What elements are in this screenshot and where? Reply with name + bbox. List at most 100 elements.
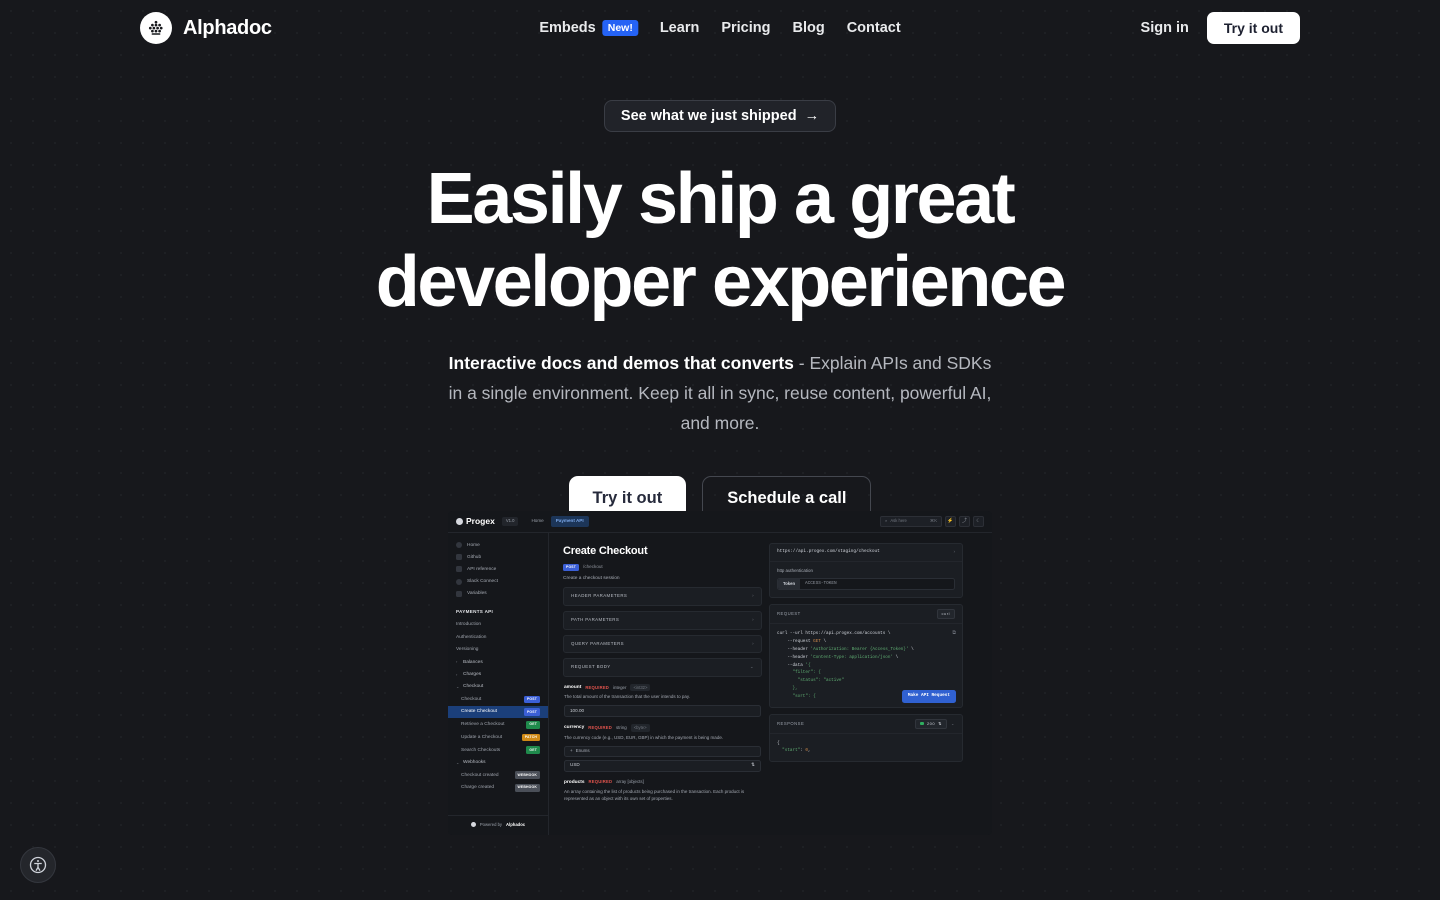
sidebar-endpoint-checkout-created-label: Checkout created	[461, 772, 499, 778]
sidebar-item-introduction[interactable]: Introduction	[448, 619, 548, 631]
code-line: {	[777, 740, 780, 746]
endpoint-url: https://api.progex.com/staging/checkout	[777, 549, 880, 555]
preview-search-input[interactable]: ⌕ Ask here ⌘K	[880, 516, 942, 527]
preview-nav-home[interactable]: Home	[531, 518, 543, 525]
sidebar-group-balances[interactable]: › Balances	[448, 656, 548, 668]
announcement-pill[interactable]: See what we just shipped →	[603, 100, 837, 132]
response-header: RESPONSE 200 ⇅ ⌄	[770, 715, 962, 734]
auth-token-input[interactable]: Token ACCESS-TOKEN	[777, 578, 955, 591]
sign-in-link[interactable]: Sign in	[1141, 20, 1189, 36]
accordion-header-parameters[interactable]: HEADER PARAMETERS ›	[563, 587, 762, 606]
brand-logo[interactable]: Alphadoc	[140, 12, 272, 44]
version-chip[interactable]: V1.0	[501, 516, 519, 527]
sidebar-item-github-label: Github	[467, 554, 482, 560]
search-placeholder: Ask here	[890, 518, 907, 524]
code-line: --header 'Content-Type: application/json…	[777, 654, 899, 660]
code-line: "start": 0,	[782, 748, 811, 754]
code-line: "status": "active"	[797, 678, 845, 684]
accordion-request-body[interactable]: REQUEST BODY ⌄	[563, 658, 762, 678]
accordion-path-parameters[interactable]: PATH PARAMETERS ›	[563, 610, 762, 630]
preview-tab-payment-api[interactable]: Payment API	[550, 516, 589, 527]
sidebar-item-slack-connect[interactable]: Slack Connect	[448, 576, 548, 588]
code-line: --data '{	[777, 662, 811, 668]
status-code: 200	[926, 720, 936, 726]
sidebar-endpoint-checkout-created[interactable]: Checkout created WEBHOOK	[448, 769, 548, 782]
product-preview: Progex V1.0 Home Payment API ⌕ Ask here …	[448, 511, 992, 835]
chevron-down-icon[interactable]: ⌄	[951, 721, 955, 727]
nav-link-embeds-label: Embeds	[539, 20, 596, 36]
method-badge-post: POST	[523, 695, 540, 704]
sidebar-item-api-reference[interactable]: API reference	[448, 563, 548, 575]
nav-actions: Sign in Try it out	[1141, 12, 1300, 44]
field-products-required: REQUIRED	[588, 779, 613, 785]
nav-link-blog[interactable]: Blog	[792, 20, 824, 36]
accordion-query-parameters[interactable]: QUERY PARAMETERS ›	[563, 634, 762, 654]
sidebar-item-versioning[interactable]: Versioning	[448, 644, 548, 656]
sidebar-endpoint-search-checkouts[interactable]: Search Checkouts GET	[448, 744, 548, 757]
endpoint-url-row[interactable]: https://api.progex.com/staging/checkout …	[770, 544, 962, 562]
language-selector[interactable]: curl	[936, 609, 955, 620]
sidebar-group-webhooks[interactable]: ⌄ Webhooks	[448, 756, 548, 768]
github-icon	[456, 554, 462, 561]
field-currency-enums-label: Enums	[575, 747, 590, 753]
preview-brand[interactable]: Progex	[456, 515, 495, 528]
field-products-type: array [objects]	[616, 778, 644, 784]
accessibility-icon	[29, 856, 47, 874]
sidebar-endpoint-update-a-checkout[interactable]: Update a Checkout PATCH	[448, 731, 548, 744]
response-header-actions: 200 ⇅ ⌄	[915, 718, 955, 729]
auth-section: http authentication Token ACCESS-TOKEN	[770, 562, 962, 598]
chevron-updown-icon: ⇅	[938, 720, 942, 726]
sidebar-item-variables-label: Variables	[467, 591, 487, 597]
response-panel: RESPONSE 200 ⇅ ⌄ {"start": 0,	[769, 713, 963, 763]
headline-line-1: Easily ship a great	[426, 159, 1016, 239]
page-title: Easily ship a great developer experience	[0, 163, 1440, 318]
accordion-query-parameters-label: QUERY PARAMETERS	[571, 640, 624, 646]
sidebar-item-authentication[interactable]: Authentication	[448, 631, 548, 643]
field-currency-format: <byte>	[630, 724, 650, 732]
sidebar-item-github[interactable]: Github	[448, 551, 548, 563]
sidebar-item-api-reference-label: API reference	[467, 566, 497, 572]
nav-link-pricing[interactable]: Pricing	[721, 20, 770, 36]
brand-name: Alphadoc	[183, 16, 272, 39]
status-badge[interactable]: 200 ⇅	[915, 718, 947, 729]
preview-topbar-actions: ⌕ Ask here ⌘K ⚡ ⤴ ☾	[880, 516, 984, 527]
method-badge-get: GET	[526, 721, 540, 729]
sidebar-group-checkout[interactable]: ⌄ Checkout	[448, 681, 548, 693]
response-code-block: { "start": 0,	[770, 734, 962, 762]
preview-doc-column: Create Checkout POST /checkout Create a …	[563, 543, 762, 835]
preview-right-column: https://api.progex.com/staging/checkout …	[769, 543, 963, 835]
sidebar-item-slack-connect-label: Slack Connect	[467, 579, 498, 585]
nav-link-contact[interactable]: Contact	[847, 20, 901, 36]
accessibility-widget-button[interactable]	[20, 847, 56, 883]
sidebar-item-home[interactable]: Home	[448, 539, 548, 551]
code-line: --request GET \	[777, 639, 827, 645]
sidebar-endpoint-charge-created[interactable]: Charge created WEBHOOK	[448, 781, 548, 794]
sidebar-group-webhooks-label: Webhooks	[463, 760, 486, 766]
field-products-header: products REQUIRED array [objects]	[564, 779, 761, 786]
bolt-icon[interactable]: ⚡	[945, 516, 956, 527]
method-badge-webhook: WEBHOOK	[514, 784, 540, 792]
sidebar-endpoint-create-checkout[interactable]: Create Checkout POST	[448, 705, 548, 719]
code-line: --header 'Authorization: Bearer {Access_…	[777, 646, 914, 652]
sidebar-endpoint-checkout[interactable]: Checkout POST	[448, 693, 548, 706]
try-it-out-nav-button[interactable]: Try it out	[1206, 12, 1300, 44]
field-amount: amount REQUIRED integer <int32> The tota…	[563, 684, 762, 718]
field-currency-name: currency	[564, 725, 585, 731]
sidebar-item-variables[interactable]: Variables	[448, 588, 548, 600]
field-amount-type: integer	[613, 684, 627, 690]
sidebar-endpoint-retrieve-a-checkout[interactable]: Retrieve a Checkout GET	[448, 718, 548, 731]
sidebar-endpoint-search-checkouts-label: Search Checkouts	[461, 747, 501, 753]
chevron-down-icon: ⌄	[749, 664, 754, 670]
search-shortcut: ⌘K	[930, 518, 937, 524]
nav-link-embeds[interactable]: Embeds New!	[539, 19, 638, 37]
sidebar-group-charges[interactable]: › Charges	[448, 668, 548, 680]
field-amount-input[interactable]: 100.00	[564, 705, 761, 718]
copy-icon[interactable]: ⧉	[952, 629, 956, 638]
nav-link-learn[interactable]: Learn	[660, 20, 700, 36]
moon-icon[interactable]: ☾	[973, 516, 984, 527]
make-api-request-button[interactable]: Make API Request	[901, 689, 956, 703]
response-label: RESPONSE	[777, 720, 805, 726]
field-currency-enums-toggle[interactable]: + Enums	[564, 745, 761, 757]
field-currency-select[interactable]: USD ⇅	[564, 759, 761, 772]
share-icon[interactable]: ⤴	[959, 516, 970, 527]
